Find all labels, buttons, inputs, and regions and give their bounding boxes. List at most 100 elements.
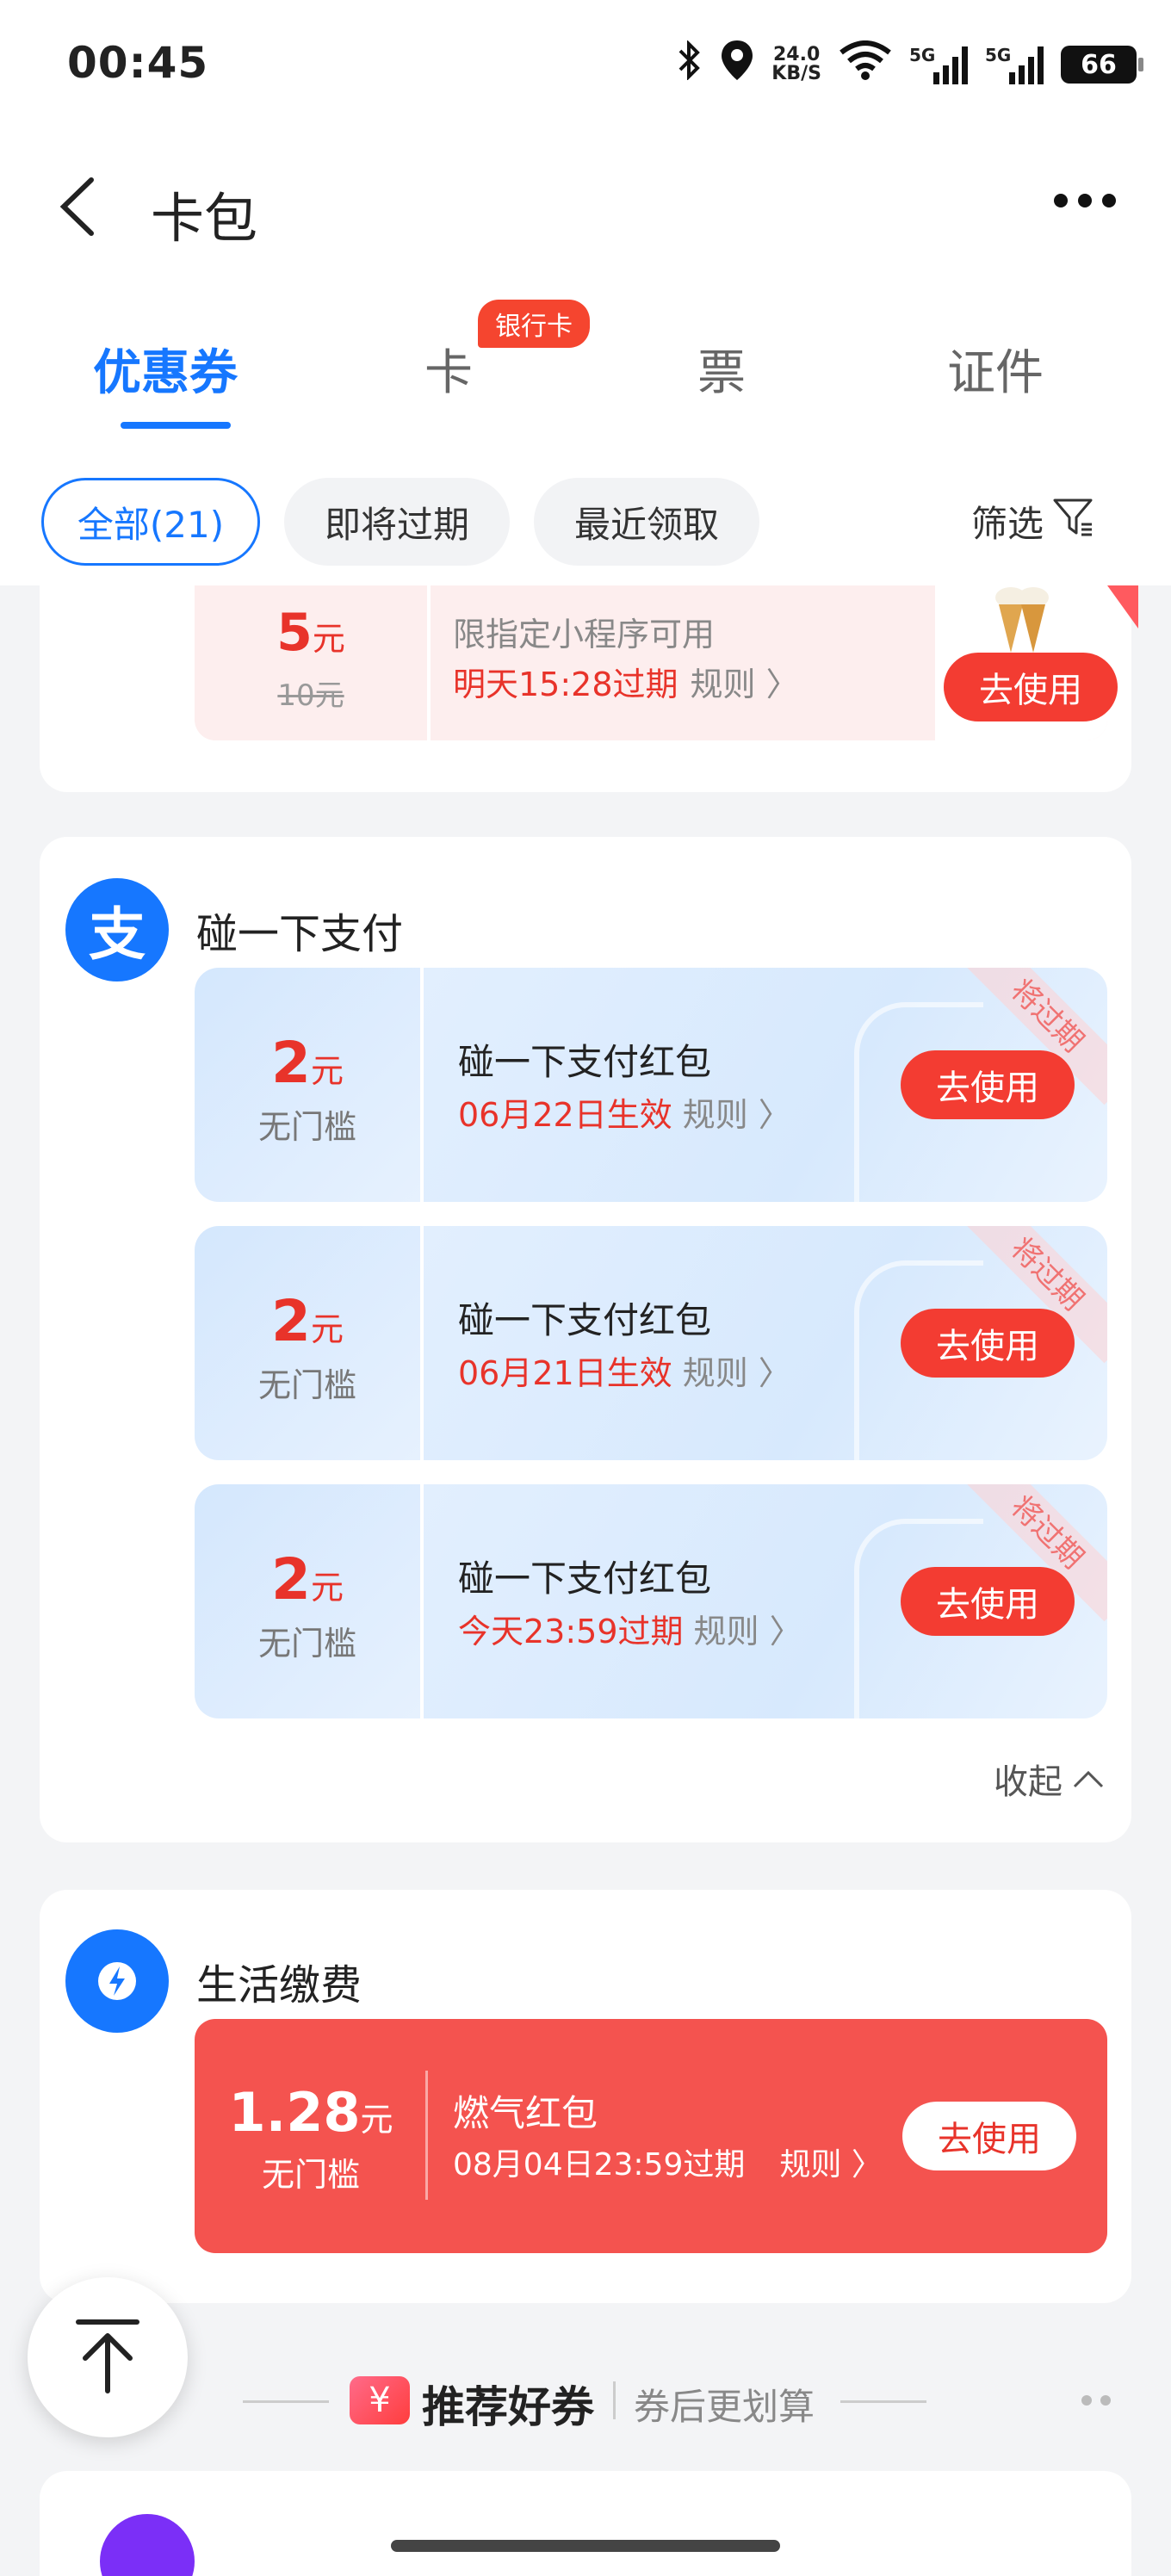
coupon-item[interactable]: 1.28元 无门槛 燃气红包 08月04日23:59过期 规则 〉 去使用 — [195, 2019, 1107, 2253]
coupon-amount: 5元 — [195, 603, 427, 663]
recommend-subtitle: 券后更划算 — [634, 2386, 815, 2428]
rule-link[interactable]: 规则 〉 — [691, 666, 799, 703]
divider-line — [243, 2400, 329, 2403]
coupon-group-utility: 生活缴费 1.28元 无门槛 燃气红包 08月04日23:59过期 规则 〉 去使… — [40, 1890, 1131, 2303]
coupon-left: 2元 无门槛 — [195, 968, 420, 1202]
amount-unit: 元 — [310, 1052, 344, 1090]
filter-recent[interactable]: 最近领取 — [534, 478, 759, 566]
collapse-label: 收起 — [994, 1762, 1063, 1802]
status-time: 00:45 — [67, 38, 209, 88]
use-button[interactable]: 去使用 — [902, 2102, 1076, 2170]
signal-label-2: 5G — [985, 45, 1012, 65]
arrow-up-icon — [73, 2317, 142, 2398]
amount-unit: 元 — [360, 2101, 393, 2139]
coupon-divider — [425, 2071, 428, 2200]
expiry-text: 明天15:28过期 — [453, 666, 678, 703]
signal-icon-2: 5G — [985, 45, 1044, 84]
coupon-left: 2元 无门槛 — [195, 1484, 420, 1718]
filter-label: 筛选 — [970, 503, 1044, 545]
yuan-ticket-icon: ¥ — [350, 2376, 410, 2424]
section-title: 碰一下支付 — [196, 910, 404, 958]
coupon-date: 06月22日生效 规则 〉 — [458, 1088, 791, 1136]
coupon-expiry: 明天15:28过期 规则 〉 — [453, 658, 799, 705]
coupon-date: 08月04日23:59过期 规则 〉 — [453, 2139, 883, 2184]
bluetooth-icon — [677, 40, 703, 89]
net-speed-unit: KB/S — [771, 63, 821, 84]
coupon-date: 今天23:59过期 规则 〉 — [458, 1605, 802, 1652]
coupon-right: 碰一下支付红包 06月21日生效 规则 〉 将过期 去使用 — [424, 1226, 1107, 1460]
alipay-logo-icon: 支 — [65, 878, 169, 981]
use-button[interactable]: 去使用 — [901, 1050, 1075, 1119]
filter-all[interactable]: 全部(21) — [41, 478, 260, 566]
scroll-to-top-button[interactable] — [28, 2277, 188, 2437]
more-icon[interactable] — [1054, 183, 1123, 218]
threshold: 无门槛 — [257, 1108, 356, 1146]
brand-logo-icon — [100, 2514, 195, 2576]
chevron-up-icon — [1071, 1759, 1106, 1799]
rule-link[interactable]: 规则 〉 — [683, 1354, 791, 1392]
date-text: 06月21日生效 — [458, 1354, 672, 1392]
page-title: 卡包 — [151, 187, 258, 250]
date-text: 06月22日生效 — [458, 1096, 672, 1134]
coupon-item[interactable]: 2元 无门槛 碰一下支付红包 今天23:59过期 规则 〉 将过期 去使用 — [195, 1484, 1107, 1718]
separator — [613, 2381, 616, 2419]
lightning-logo-icon — [65, 1929, 169, 2033]
amount-value: 2 — [271, 1546, 311, 1613]
collapse-button[interactable]: 收起 — [994, 1754, 1106, 1804]
filter-button[interactable]: 筛选 — [971, 495, 1094, 548]
use-button[interactable]: 去使用 — [901, 1309, 1075, 1378]
threshold: 无门槛 — [257, 1366, 356, 1404]
signal-label: 5G — [909, 45, 936, 65]
recommend-title: 推荐好券 — [422, 2382, 594, 2432]
use-button[interactable]: 去使用 — [944, 653, 1118, 721]
tab-cards[interactable]: 卡 — [424, 334, 473, 404]
status-bar: 00:45 24.0 KB/S 5G 5G 66 — [0, 0, 1171, 129]
threshold: 无门槛 — [257, 1625, 356, 1663]
tab-ids[interactable]: 证件 — [947, 334, 1044, 404]
coupon-date: 06月21日生效 规则 〉 — [458, 1347, 791, 1394]
use-button[interactable]: 去使用 — [901, 1567, 1075, 1636]
coupon-group-touch-pay: 支 碰一下支付 2元 无门槛 碰一下支付红包 06月22日生效 规则 〉 将过期 … — [40, 837, 1131, 1842]
coupon-amount: 2元 — [195, 1546, 420, 1613]
filter-bar: 全部(21) 即将过期 最近领取 筛选 — [0, 478, 1171, 568]
tab-tickets[interactable]: 票 — [697, 334, 746, 404]
net-speed: 24.0 KB/S — [771, 46, 821, 84]
coupon-right: 碰一下支付红包 今天23:59过期 规则 〉 将过期 去使用 — [424, 1484, 1107, 1718]
ice-cream-icon — [995, 587, 1049, 653]
amount-value: 2 — [271, 1030, 311, 1096]
signal-icon: 5G — [909, 45, 968, 84]
amount-value: 2 — [271, 1288, 311, 1354]
coupon-item-partial[interactable]: 5元 10元 限指定小程序可用 明天15:28过期 规则 〉 去使用 — [195, 585, 1138, 740]
coupon-divider — [427, 585, 431, 740]
recommend-card — [40, 2471, 1131, 2576]
back-icon[interactable] — [53, 176, 105, 237]
corner-tag — [1107, 585, 1138, 629]
amount-value: 5 — [276, 603, 313, 663]
coupon-item[interactable]: 2元 无门槛 碰一下支付红包 06月21日生效 规则 〉 将过期 去使用 — [195, 1226, 1107, 1460]
tab-coupons[interactable]: 优惠券 — [93, 334, 238, 404]
amount-value: 1.28 — [228, 2081, 361, 2144]
coupon-amount: 2元 — [195, 1030, 420, 1096]
coupon-amount: 1.28元 — [195, 2081, 427, 2144]
home-indicator[interactable] — [391, 2540, 780, 2552]
rule-link[interactable]: 规则 〉 — [683, 1096, 791, 1134]
nav-bar: 卡包 — [0, 159, 1171, 254]
section-header: 支 碰一下支付 — [65, 878, 403, 981]
date-text: 今天23:59过期 — [458, 1613, 684, 1650]
coupon-amount: 2元 — [195, 1288, 420, 1354]
battery-icon: 66 — [1061, 46, 1143, 84]
rule-link[interactable]: 规则 〉 — [779, 2147, 882, 2183]
coupon-item[interactable]: 2元 无门槛 碰一下支付红包 06月22日生效 规则 〉 将过期 去使用 — [195, 968, 1107, 1202]
coupon-desc: 限指定小程序可用 — [453, 616, 716, 653]
net-speed-value: 24.0 — [773, 44, 821, 65]
threshold: 无门槛 — [261, 2156, 360, 2194]
coupon-name: 碰一下支付红包 — [458, 1557, 712, 1600]
coupon-left: 2元 无门槛 — [195, 1226, 420, 1460]
rule-link[interactable]: 规则 〉 — [694, 1613, 802, 1650]
coupon-name: 燃气红包 — [453, 2092, 598, 2134]
tab-bar: 优惠券 卡 银行卡 票 证件 — [0, 293, 1171, 430]
funnel-icon — [1052, 497, 1094, 547]
filter-expiring[interactable]: 即将过期 — [284, 478, 510, 566]
original-price: 10元 — [277, 678, 344, 713]
tab-indicator — [121, 422, 231, 429]
